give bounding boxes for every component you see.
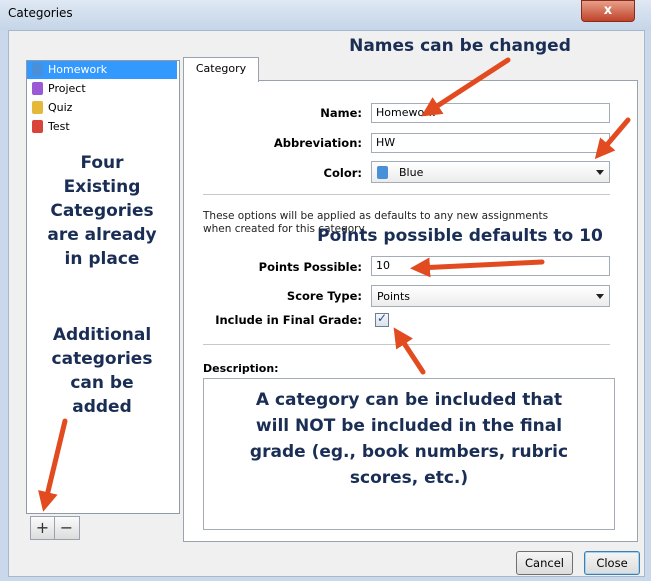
arrow-to-name <box>421 57 511 117</box>
arrow-to-points <box>410 257 545 278</box>
arrow-to-add <box>38 418 68 512</box>
arrow-to-color <box>594 117 631 160</box>
annotation-arrows <box>38 57 631 512</box>
arrow-to-include <box>393 327 426 375</box>
categories-window: Categories x Homework Project Quiz Test … <box>0 0 651 581</box>
